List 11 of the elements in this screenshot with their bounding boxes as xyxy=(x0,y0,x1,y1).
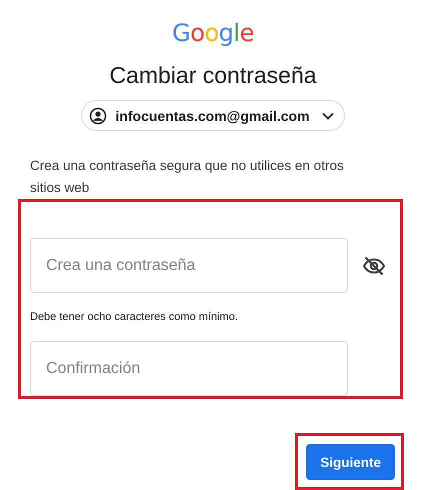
description-text: Crea una contraseña segura que no utilices en otros sitios web xyxy=(30,157,345,197)
account-icon xyxy=(89,106,108,124)
confirmation-field[interactable]: Confirmación xyxy=(30,341,348,396)
eye-slash-icon[interactable] xyxy=(362,254,386,278)
next-button[interactable]: Siguiente xyxy=(306,444,395,480)
caret-icon xyxy=(322,112,334,120)
account-chip[interactable]: infocuentas.com@gmail.com xyxy=(81,100,345,131)
page-title: Cambiar contraseña xyxy=(109,61,317,90)
logo: Google xyxy=(172,18,254,48)
password-field[interactable]: Crea una contraseña xyxy=(30,238,348,293)
hint-text: Debe tener ocho caracteres como mínimo. xyxy=(30,310,239,324)
